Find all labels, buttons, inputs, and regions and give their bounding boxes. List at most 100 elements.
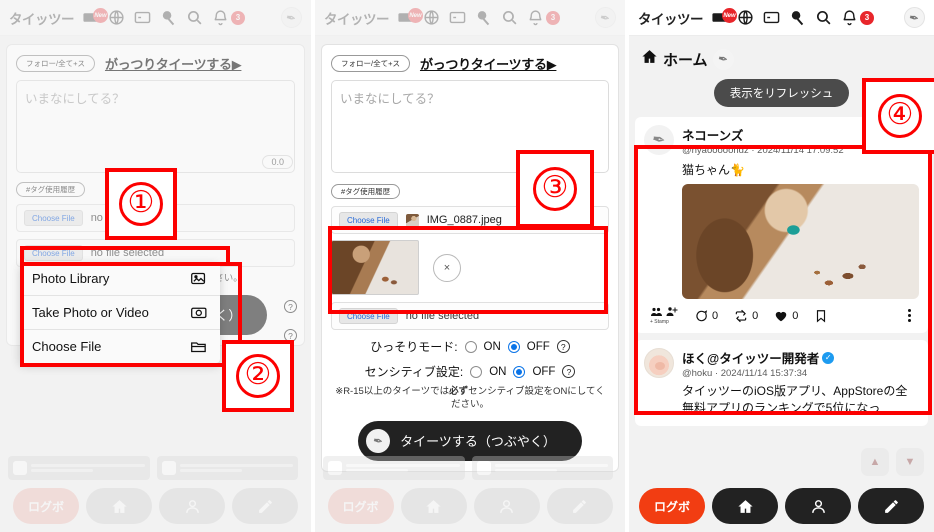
nav-item-home[interactable] <box>400 488 467 524</box>
scroll-arrow-buttons: ▲ ▼ <box>861 448 924 476</box>
option-label-hissori: ひっそりモード: <box>370 340 458 354</box>
ticket-icon[interactable]: New <box>710 8 737 27</box>
person-icon <box>500 499 513 513</box>
char-counter: 0.0 <box>262 155 293 169</box>
pencil-icon <box>884 499 898 513</box>
nav-item-home[interactable] <box>712 488 778 524</box>
scroll-up-button[interactable]: ▲ <box>861 448 889 476</box>
scope-pill[interactable]: フォロー/全て+ス <box>16 55 95 72</box>
annotation-marker-2: ② <box>222 340 294 412</box>
radio-sensitive-off[interactable] <box>513 365 526 378</box>
nav-item-profile[interactable] <box>159 488 225 524</box>
app-header-3: タイッツー New 3 ✒ <box>629 0 934 36</box>
screenshot-stage: タイッツー New 3 ✒ フォロー/全て+ス がっつりタイーツする▶ いまなに… <box>0 0 934 532</box>
submit-post-button-2[interactable]: ✒ タイーツする（つぶやく） <box>358 420 582 461</box>
nav-item-compose[interactable] <box>858 488 924 524</box>
panel-step-3: タイッツー New 3 ✒ フォロー/全て+ス がっつりタイーツする▶ いまなに… <box>315 0 625 532</box>
option-row-hissori: ひっそりモード: ON OFF ? <box>331 338 609 355</box>
card-icon[interactable] <box>762 8 781 27</box>
home-icon <box>641 48 658 70</box>
new-badge: New <box>722 8 737 23</box>
note-suffix: センシティブ設定をONにしてください。 <box>450 386 605 410</box>
full-compose-link[interactable]: がっつりタイーツする▶ <box>105 54 242 73</box>
selected-file-name: IMG_0887.jpeg <box>426 214 502 226</box>
nav-item-compose[interactable] <box>232 488 298 524</box>
user-avatar[interactable]: ✒ <box>281 7 302 28</box>
refresh-button[interactable]: 表示をリフレッシュ <box>713 79 850 107</box>
app-brand: タイッツー <box>324 11 390 27</box>
user-avatar[interactable]: ✒ <box>595 7 616 28</box>
app-brand: タイッツー <box>9 11 75 27</box>
notification-count: 3 <box>546 10 560 25</box>
note-bold: 必ず <box>449 386 469 397</box>
nav-item-compose[interactable] <box>546 488 613 524</box>
full-compose-link[interactable]: がっつりタイーツする▶ <box>420 54 557 73</box>
app-header: タイッツー New 3 ✒ <box>0 0 311 36</box>
search-icon[interactable] <box>814 8 833 27</box>
bell-icon[interactable] <box>840 8 859 27</box>
globe-icon[interactable] <box>736 8 755 27</box>
choose-file-button[interactable]: Choose File <box>24 210 83 226</box>
option-label-sensitive: センシティブ設定: <box>364 365 464 379</box>
note-prefix: ※R-15以上のタイーツでは <box>335 386 450 397</box>
notifications-3[interactable]: 3 <box>840 8 874 27</box>
search-icon[interactable] <box>500 8 519 27</box>
scroll-down-button[interactable]: ▼ <box>896 448 924 476</box>
sensitive-note: ※R-15以上のタイーツでは必ずセンシティブ設定をONにしてください。 <box>331 386 609 412</box>
pencil-icon <box>573 499 586 513</box>
bottom-nav-1: ログボ <box>0 488 311 524</box>
option-off-label: OFF <box>526 340 550 353</box>
table-tennis-icon[interactable] <box>788 8 807 27</box>
nav-item-logbo[interactable]: ログボ <box>13 488 79 524</box>
composer-top-row-2: フォロー/全て+ス がっつりタイーツする▶ <box>331 54 609 73</box>
nav-item-home[interactable] <box>86 488 152 524</box>
annotation-marker-4: ④ <box>862 78 934 154</box>
radio-hissori-off[interactable] <box>507 340 520 353</box>
annotation-box-action-sheet <box>20 262 242 367</box>
nav-item-profile[interactable] <box>785 488 851 524</box>
bottom-nav-2: ログボ <box>315 488 625 524</box>
radio-sensitive-on[interactable] <box>470 365 483 378</box>
bell-icon[interactable] <box>526 8 545 27</box>
submit-wrap-2: ✒ タイーツする（つぶやく） <box>331 420 609 461</box>
ghost-card <box>471 456 613 480</box>
bell-icon[interactable] <box>211 8 230 27</box>
globe-icon[interactable] <box>422 8 441 27</box>
notifications-2[interactable]: 3 <box>526 8 560 27</box>
home-icon <box>111 499 127 513</box>
tag-history-button[interactable]: #タグ使用履歴 <box>16 182 86 197</box>
scope-pill[interactable]: フォロー/全て+ス <box>331 55 410 72</box>
pencil-icon <box>258 499 272 513</box>
person-icon <box>185 499 199 513</box>
help-icon-1[interactable]: ? <box>284 300 297 313</box>
card-icon[interactable] <box>133 8 152 27</box>
nav-item-logbo[interactable]: ログボ <box>639 488 705 524</box>
app-header-2: タイッツー New 3 ✒ <box>315 0 625 36</box>
feather-icon: ✒ <box>366 428 391 453</box>
help-icon-sensitive[interactable]: ? <box>562 365 576 378</box>
app-brand: タイッツー <box>638 11 704 27</box>
help-icon-hissori[interactable]: ? <box>556 340 570 353</box>
card-icon[interactable] <box>448 8 467 27</box>
feather-icon: ✒ <box>285 9 298 26</box>
table-tennis-icon[interactable] <box>474 8 493 27</box>
user-avatar[interactable]: ✒ <box>904 7 925 28</box>
home-icon <box>737 499 753 513</box>
feather-icon: ✒ <box>908 9 921 26</box>
annotation-box-post <box>634 145 932 415</box>
feather-icon: ✒ <box>712 48 734 70</box>
panel-step-4: タイッツー New 3 ✒ ホーム ✒ 表示をリフレッシュ ✒ ネコーンズ @n… <box>629 0 934 532</box>
ticket-icon[interactable]: New <box>396 8 423 27</box>
radio-hissori-on[interactable] <box>464 340 477 353</box>
tag-history-button[interactable]: #タグ使用履歴 <box>331 184 401 199</box>
search-icon[interactable] <box>185 8 204 27</box>
ghost-card <box>323 456 465 480</box>
table-tennis-icon[interactable] <box>159 8 178 27</box>
notifications[interactable]: 3 <box>211 8 245 27</box>
nav-item-profile[interactable] <box>473 488 540 524</box>
annotation-marker-1: ① <box>105 168 177 240</box>
globe-icon[interactable] <box>107 8 126 27</box>
bottom-nav-3: ログボ <box>629 488 934 524</box>
nav-item-logbo[interactable]: ログボ <box>327 488 394 524</box>
ticket-icon[interactable]: New <box>81 8 108 27</box>
